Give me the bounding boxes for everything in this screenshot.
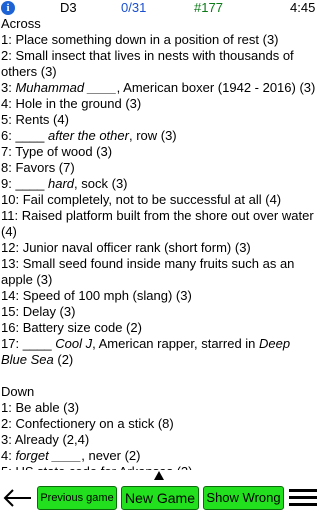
clue-number: 10 (1, 192, 16, 207)
clue-number: 13 (1, 256, 16, 271)
top-bar: i D3 0/31 #177 4:45 (0, 0, 320, 16)
across-clue-7[interactable]: 7: Type of wood (3) (1, 144, 319, 160)
clue-text: , American boxer (1942 - 2016) (3) (116, 80, 316, 95)
across-clue-15[interactable]: 15: Delay (3) (1, 304, 319, 320)
across-clue-5[interactable]: 5: Rents (4) (1, 112, 319, 128)
clue-number: 12 (1, 240, 16, 255)
clue-number: 5 (1, 112, 9, 127)
menu-icon[interactable] (289, 489, 317, 507)
across-clue-9[interactable]: 9: ____ hard, sock (3) (1, 176, 319, 192)
clue-text: , sock (3) (74, 176, 128, 191)
timer: 4:45 (290, 0, 316, 15)
clue-text: ____ (15, 128, 49, 143)
clue-number: 3 (1, 80, 9, 95)
clue-number: 15 (1, 304, 16, 319)
clue-text: Fail completely, not to be successful at… (22, 192, 282, 207)
across-clue-4[interactable]: 4: Hole in the ground (3) (1, 96, 319, 112)
across-clue-17[interactable]: 17: ____ Cool J, American rapper, starre… (1, 336, 319, 368)
clue-list[interactable]: Across 1: Place something down in a posi… (1, 16, 319, 470)
across-clue-16[interactable]: 16: Battery size code (2) (1, 320, 319, 336)
clue-number: 4 (1, 96, 9, 111)
clue-text: Speed of 100 mph (slang) (3) (22, 288, 192, 303)
across-clue-list: 1: Place something down in a position of… (1, 32, 319, 368)
clue-text: Battery size code (2) (22, 320, 142, 335)
down-clue-1[interactable]: 1: Be able (3) (1, 400, 319, 416)
clue-text: Type of wood (3) (15, 144, 113, 159)
clue-number: 3 (1, 432, 9, 447)
new-game-button[interactable]: New Game (121, 486, 199, 510)
down-clue-list: 1: Be able (3) 2: Confectionery on a stic… (1, 400, 319, 470)
clue-text: Raised platform built from the shore out… (1, 208, 314, 239)
clue-text: Place something down in a position of re… (15, 32, 279, 47)
clue-number: 17 (1, 336, 16, 351)
down-clue-2[interactable]: 2: Confectionery on a stick (8) (1, 416, 319, 432)
info-icon[interactable]: i (1, 1, 15, 15)
clue-text: Rents (4) (15, 112, 69, 127)
clue-number: 2 (1, 416, 9, 431)
clue-text: forget ____ (15, 448, 82, 463)
puzzle-number: #177 (194, 0, 223, 15)
clue-text: Small seed found inside many fruits such… (1, 256, 295, 287)
clue-number: 9 (1, 176, 9, 191)
difficulty-label: D3 (60, 0, 77, 15)
across-clue-1[interactable]: 1: Place something down in a position of… (1, 32, 319, 48)
clue-text: Junior naval officer rank (short form) (… (22, 240, 251, 255)
across-clue-6[interactable]: 6: ____ after the other, row (3) (1, 128, 319, 144)
clue-text: Small insect that lives in nests with th… (1, 48, 294, 79)
across-clue-2[interactable]: 2: Small insect that lives in nests with… (1, 48, 319, 80)
clue-text: , never (2) (81, 448, 141, 463)
clue-number: 14 (1, 288, 16, 303)
across-clue-11[interactable]: 11: Raised platform built from the shore… (1, 208, 319, 240)
across-clue-3[interactable]: 3: Muhammad ____, American boxer (1942 -… (1, 80, 319, 96)
progress-counter: 0/31 (121, 0, 147, 15)
across-clue-10[interactable]: 10: Fail completely, not to be successfu… (1, 192, 319, 208)
clue-number: 6 (1, 128, 9, 143)
previous-game-button[interactable]: Previous game (37, 486, 117, 510)
back-arrow-icon[interactable] (2, 488, 32, 508)
down-clue-4[interactable]: 4: forget ____, never (2) (1, 448, 319, 464)
clue-number: 16 (1, 320, 16, 335)
clue-text: US state code for Arkansas (2) (15, 464, 192, 470)
clue-number: 11 (1, 208, 15, 223)
clue-text: Be able (3) (15, 400, 80, 415)
down-heading: Down (1, 384, 35, 399)
clue-text: Delay (3) (22, 304, 76, 319)
clue-text: Confectionery on a stick (8) (15, 416, 174, 431)
across-clue-14[interactable]: 14: Speed of 100 mph (slang) (3) (1, 288, 319, 304)
clue-number: 1 (1, 32, 9, 47)
clue-text: hard (48, 176, 75, 191)
clue-number: 4 (1, 448, 9, 463)
scroll-up-icon[interactable] (154, 471, 164, 480)
clue-text: Muhammad ____ (15, 80, 117, 95)
across-clue-12[interactable]: 12: Junior naval officer rank (short for… (1, 240, 319, 256)
across-clue-8[interactable]: 8: Favors (7) (1, 160, 319, 176)
clue-number: 8 (1, 160, 9, 175)
down-clue-3[interactable]: 3: Already (2,4) (1, 432, 319, 448)
clue-number: 7 (1, 144, 9, 159)
clue-text: Favors (7) (15, 160, 75, 175)
clue-number: 1 (1, 400, 9, 415)
show-wrong-button[interactable]: Show Wrong (203, 486, 284, 510)
clue-text: Hole in the ground (3) (15, 96, 142, 111)
clue-text: Cool J (55, 336, 93, 351)
across-clue-13[interactable]: 13: Small seed found inside many fruits … (1, 256, 319, 288)
clue-text: Already (2,4) (14, 432, 90, 447)
clue-text: , American rapper, starred in (92, 336, 260, 351)
clue-text: after the other (48, 128, 129, 143)
clue-number: 5 (1, 464, 8, 470)
clue-text: ____ (22, 336, 56, 351)
clue-text: ____ (15, 176, 49, 191)
clue-text: (2) (53, 352, 74, 367)
bottom-toolbar: Previous game New Game Show Wrong (0, 482, 320, 512)
down-clue-5[interactable]: 5: US state code for Arkansas (2) (1, 464, 319, 470)
across-heading: Across (1, 16, 41, 31)
clue-number: 2 (1, 48, 9, 63)
clue-text: , row (3) (128, 128, 177, 143)
